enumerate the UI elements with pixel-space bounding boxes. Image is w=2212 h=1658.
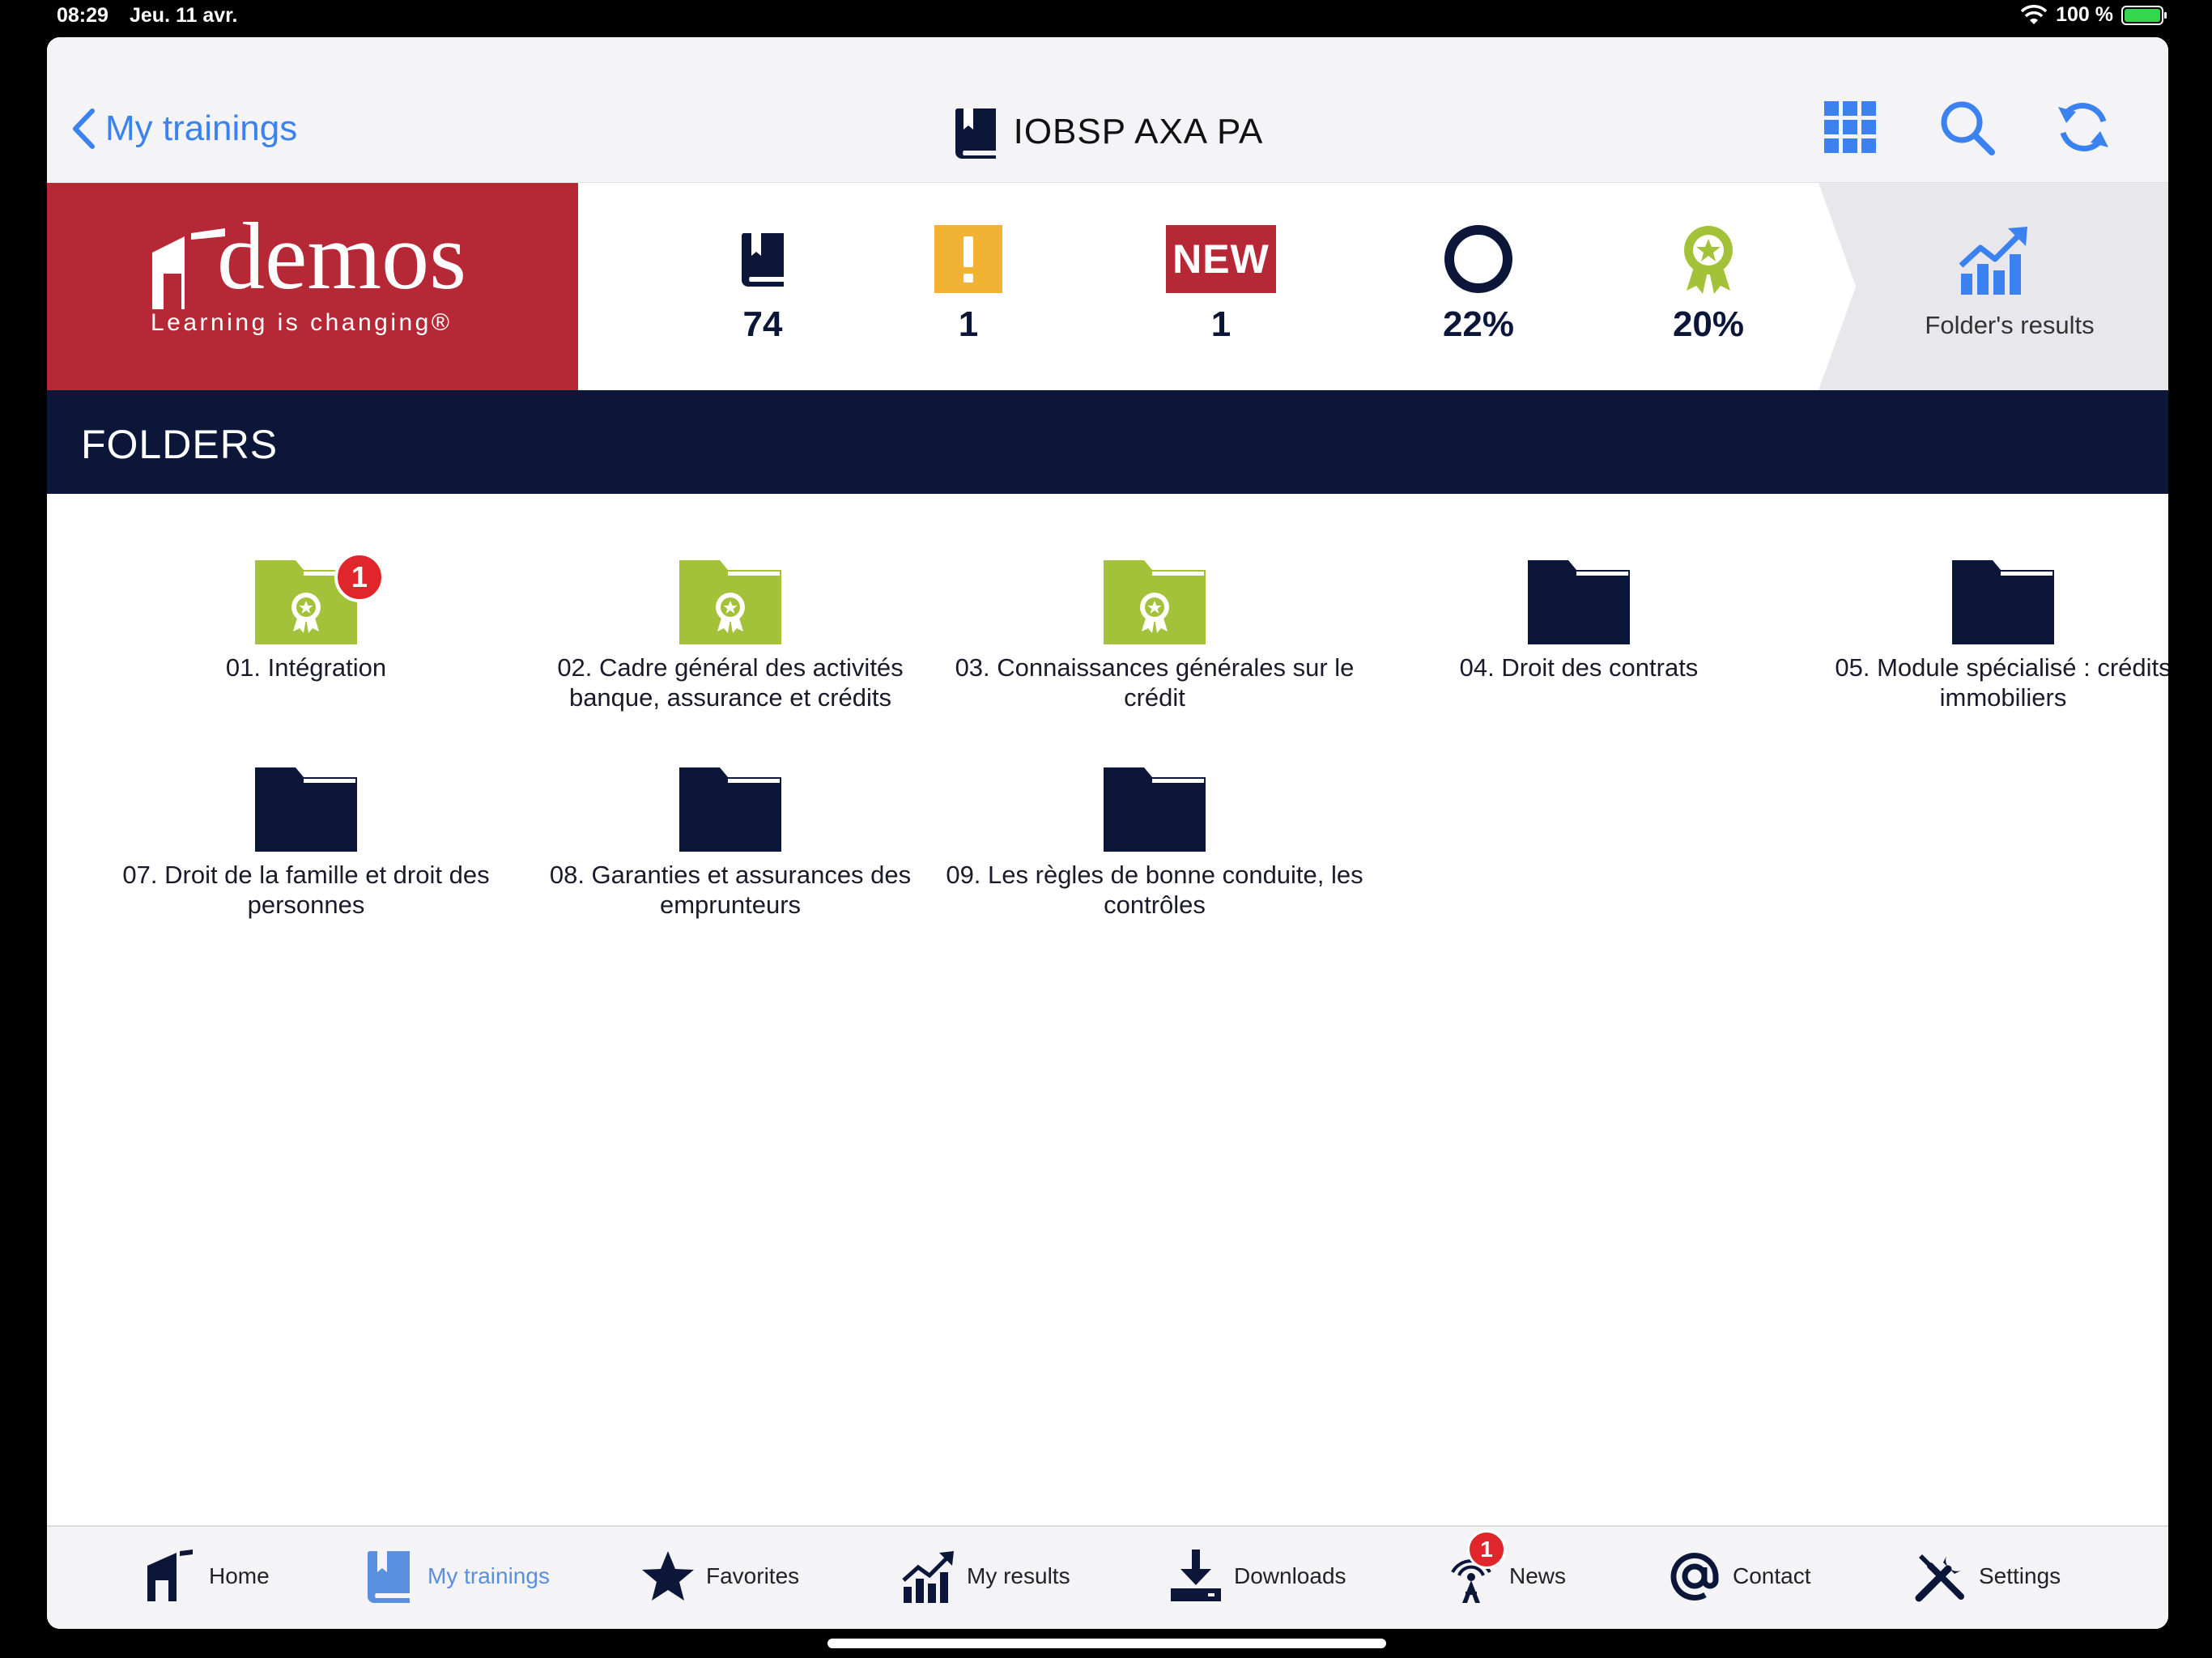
folder-item[interactable]: 1 01. Intégration	[96, 552, 517, 682]
status-bar: 08:29 Jeu. 11 avr. 100 %	[0, 0, 2212, 37]
folder-label: 02. Cadre général des activités banque, …	[557, 653, 904, 712]
folder-label: 01. Intégration	[225, 653, 387, 682]
page-title-text: IOBSP AXA PA	[1013, 112, 1264, 151]
new-badge-icon: NEW	[1166, 225, 1276, 293]
folder-icon	[679, 767, 781, 852]
tab-downloads[interactable]: Downloads	[1169, 1550, 1346, 1603]
tab-home[interactable]: Home	[144, 1550, 270, 1603]
book-icon	[955, 108, 996, 159]
status-indicators: 100 %	[2020, 3, 2167, 27]
news-badge: 1	[1467, 1530, 1506, 1569]
battery-percent: 100 %	[2056, 3, 2113, 26]
folder-icon	[1104, 767, 1206, 852]
tools-icon	[1915, 1554, 1964, 1602]
notification-badge: 1	[334, 552, 385, 602]
folder-icon	[255, 767, 357, 852]
folder-results-label: Folder's results	[1925, 311, 2095, 339]
star-icon	[642, 1551, 694, 1601]
folder-item[interactable]: 05. Module spécialisé : crédits immobili…	[1793, 560, 2168, 712]
folder-item[interactable]: 02. Cadre général des activités banque, …	[520, 560, 941, 712]
status-time: 08:29	[57, 4, 108, 27]
certified-folder-icon	[1104, 560, 1206, 644]
stat-new: NEW 1	[1140, 223, 1302, 345]
exclamation-icon	[934, 225, 1002, 293]
folder-item[interactable]: 03. Connaissances générales sur le crédi…	[944, 560, 1365, 712]
folder-item[interactable]: 04. Droit des contrats	[1368, 560, 1789, 682]
folders-section-header: FOLDERS	[47, 390, 2168, 494]
tab-my-trainings-label: My trainings	[428, 1563, 550, 1588]
tab-favorites[interactable]: Favorites	[641, 1550, 799, 1603]
folder-label: 07. Droit de la famille et droit des per…	[122, 861, 490, 919]
demos-logo: demos Learning is changing®	[47, 183, 578, 390]
tab-news[interactable]: 1 News	[1444, 1530, 1567, 1603]
logo-wordmark: demos	[217, 203, 467, 309]
stat-alerts-value: 1	[958, 304, 979, 344]
folder-item[interactable]: 08. Garanties et assurances des emprunte…	[520, 767, 941, 920]
folder-icon	[1952, 560, 2054, 644]
refresh-icon[interactable]	[2055, 99, 2112, 155]
search-icon[interactable]	[1938, 99, 1995, 155]
tab-my-results-label: My results	[967, 1563, 1070, 1588]
logo-tagline: Learning is changing®	[151, 309, 453, 336]
book-icon	[741, 233, 784, 287]
nav-actions	[1822, 99, 2112, 155]
certified-folder-icon	[679, 560, 781, 644]
folder-item[interactable]: 07. Droit de la famille et droit des per…	[96, 767, 517, 920]
tab-news-label: News	[1509, 1563, 1567, 1588]
wifi-icon	[2020, 4, 2048, 24]
tab-settings-label: Settings	[1979, 1563, 2061, 1588]
tab-downloads-label: Downloads	[1234, 1563, 1346, 1588]
navigation-bar: My trainings IOBSP AXA PA	[47, 37, 2168, 183]
folder-label: 09. Les règles de bonne conduite, les co…	[946, 861, 1363, 919]
book-icon	[367, 1551, 410, 1603]
tab-favorites-label: Favorites	[706, 1563, 800, 1588]
folder-label: 03. Connaissances générales sur le crédi…	[955, 653, 1355, 712]
at-sign-icon	[1670, 1553, 1719, 1601]
tab-home-label: Home	[209, 1563, 270, 1588]
chart-up-icon	[1959, 227, 2027, 295]
new-badge-text: NEW	[1172, 236, 1270, 282]
stat-success: 20%	[1627, 223, 1789, 345]
battery-icon	[2121, 5, 2167, 25]
folder-label: 08. Garanties et assurances des emprunte…	[549, 861, 912, 919]
section-title: FOLDERS	[81, 422, 279, 467]
app-window: My trainings IOBSP AXA PA demos Learning…	[47, 37, 2168, 1629]
progress-ring-icon	[1444, 225, 1512, 293]
tab-contact-label: Contact	[1733, 1563, 1811, 1588]
chart-up-icon	[902, 1551, 954, 1603]
tab-settings[interactable]: Settings	[1914, 1550, 2061, 1603]
stats-banner: demos Learning is changing® 74 1 NEW 1 2…	[47, 183, 2168, 390]
folder-label: 05. Module spécialisé : crédits immobili…	[1835, 653, 2168, 712]
download-icon	[1171, 1550, 1221, 1601]
tab-my-trainings[interactable]: My trainings	[363, 1550, 550, 1603]
home-icon	[147, 1550, 193, 1601]
stat-new-value: 1	[1210, 304, 1231, 344]
stat-progress: 22%	[1397, 223, 1559, 345]
stat-success-value: 20%	[1672, 304, 1745, 344]
folder-label: 04. Droit des contrats	[1459, 653, 1699, 682]
folder-results-button[interactable]: Folder's results	[1819, 183, 2168, 390]
folder-icon	[1528, 560, 1630, 644]
tab-contact[interactable]: Contact	[1668, 1550, 1811, 1603]
tab-my-results[interactable]: My results	[902, 1550, 1070, 1603]
home-indicator[interactable]	[827, 1639, 1386, 1648]
stat-alerts: 1	[887, 223, 1049, 345]
stat-progress-value: 22%	[1442, 304, 1515, 344]
folder-item[interactable]: 09. Les règles de bonne conduite, les co…	[944, 767, 1365, 920]
stat-items: 74	[682, 223, 844, 345]
grid-icon[interactable]	[1822, 99, 1878, 155]
tab-bar: Home My trainings Favorites My results D…	[47, 1525, 2168, 1629]
award-ribbon-icon	[1684, 226, 1733, 294]
status-date: Jeu. 11 avr.	[130, 4, 238, 27]
stat-items-value: 74	[742, 304, 783, 344]
